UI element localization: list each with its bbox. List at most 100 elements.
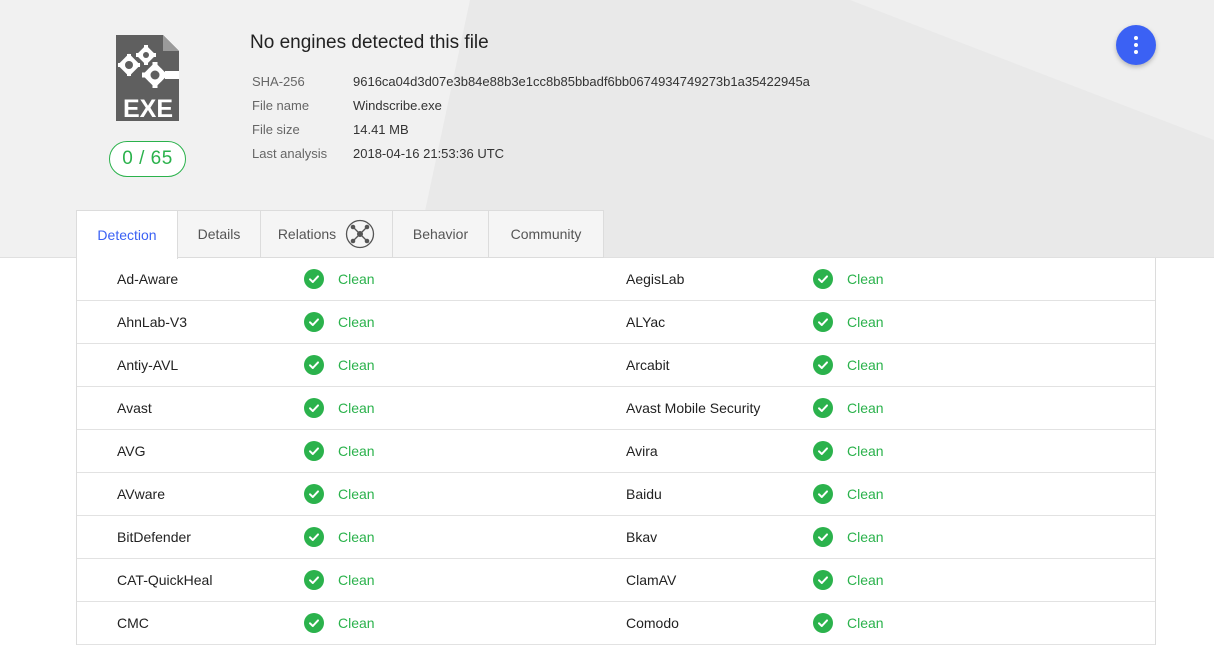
engine-name: ClamAV <box>626 572 677 588</box>
engine-name: Avast Mobile Security <box>626 400 761 416</box>
check-circle-icon <box>813 398 833 418</box>
more-options-button[interactable] <box>1116 25 1156 65</box>
check-circle-icon <box>813 355 833 375</box>
check-circle-icon <box>304 355 324 375</box>
result-label: Clean <box>338 357 375 373</box>
tab-label: Details <box>197 226 241 242</box>
tab-relations[interactable]: Relations <box>261 210 393 258</box>
meta-value: 2018-04-16 21:53:36 UTC <box>353 145 505 161</box>
detection-result: Clean <box>813 387 884 429</box>
engine-name: CAT-QuickHeal <box>117 572 213 588</box>
detection-score-badge: 0 / 65 <box>109 141 186 177</box>
result-label: Clean <box>338 443 375 459</box>
check-circle-icon <box>813 570 833 590</box>
detection-result: Clean <box>813 559 884 601</box>
meta-row-last-analysis: Last analysis 2018-04-16 21:53:36 UTC <box>252 141 810 165</box>
meta-value: Windscribe.exe <box>353 97 442 113</box>
result-label: Clean <box>847 572 884 588</box>
check-circle-icon <box>304 269 324 289</box>
table-row: CAT-QuickHeal Clean ClamAV Clean <box>77 559 1155 602</box>
engine-name: ALYac <box>626 314 666 330</box>
check-circle-icon <box>304 398 324 418</box>
detection-result: Clean <box>304 473 375 515</box>
detection-result: Clean <box>813 473 884 515</box>
detection-result: Clean <box>304 258 375 300</box>
engine-name: Arcabit <box>626 357 670 373</box>
result-label: Clean <box>338 572 375 588</box>
check-circle-icon <box>813 613 833 633</box>
tab-community[interactable]: Community <box>489 210 604 258</box>
detection-result: Clean <box>813 602 884 644</box>
result-label: Clean <box>338 529 375 545</box>
result-label: Clean <box>847 486 884 502</box>
detection-result: Clean <box>813 344 884 386</box>
check-circle-icon <box>304 613 324 633</box>
result-label: Clean <box>847 357 884 373</box>
table-row: Ad-Aware Clean AegisLab Clean <box>77 258 1155 301</box>
table-row: Avast Clean Avast Mobile Security Clean <box>77 387 1155 430</box>
check-circle-icon <box>304 484 324 504</box>
engine-name: Ad-Aware <box>117 271 179 287</box>
detection-result: Clean <box>304 387 375 429</box>
meta-value: 9616ca04d3d07e3b84e88b3e1cc8b85bbadf6bb0… <box>353 73 810 89</box>
detection-results-table: Ad-Aware Clean AegisLab Clean AhnLab-V3 … <box>76 258 1156 645</box>
meta-key: File name <box>252 97 310 113</box>
tab-label: Behavior <box>412 226 469 242</box>
result-label: Clean <box>847 615 884 631</box>
relations-graph-icon <box>346 219 375 249</box>
table-row: BitDefender Clean Bkav Clean <box>77 516 1155 559</box>
tab-details[interactable]: Details <box>178 210 261 258</box>
meta-row-file-name: File name Windscribe.exe <box>252 93 810 117</box>
table-row: AVware Clean Baidu Clean <box>77 473 1155 516</box>
engine-name: AVG <box>117 443 146 459</box>
meta-key: SHA-256 <box>252 73 305 89</box>
check-circle-icon <box>304 441 324 461</box>
tab-detection[interactable]: Detection <box>76 210 178 259</box>
detection-result: Clean <box>304 430 375 472</box>
result-label: Clean <box>847 443 884 459</box>
check-circle-icon <box>304 570 324 590</box>
meta-row-file-size: File size 14.41 MB <box>252 117 810 141</box>
tab-behavior[interactable]: Behavior <box>393 210 489 258</box>
engine-name: Avira <box>626 443 658 459</box>
result-label: Clean <box>338 314 375 330</box>
result-label: Clean <box>847 314 884 330</box>
check-circle-icon <box>813 269 833 289</box>
detection-result: Clean <box>813 258 884 300</box>
result-label: Clean <box>847 529 884 545</box>
detection-result: Clean <box>304 344 375 386</box>
meta-row-sha256: SHA-256 9616ca04d3d07e3b84e88b3e1cc8b85b… <box>252 69 810 93</box>
result-label: Clean <box>338 486 375 502</box>
table-row: CMC Clean Comodo Clean <box>77 602 1155 645</box>
engine-name: Comodo <box>626 615 679 631</box>
detection-result: Clean <box>304 559 375 601</box>
check-circle-icon <box>304 312 324 332</box>
check-circle-icon <box>813 484 833 504</box>
more-vert-icon-dot <box>1134 43 1138 47</box>
meta-key: Last analysis <box>252 145 328 161</box>
detection-result: Clean <box>813 516 884 558</box>
detection-result: Clean <box>813 430 884 472</box>
detection-result: Clean <box>304 301 375 343</box>
engine-name: Antiy-AVL <box>117 357 179 373</box>
tab-label: Community <box>510 226 582 242</box>
tab-label: Relations <box>277 226 337 242</box>
exe-file-icon: EXE <box>116 35 179 123</box>
detection-result: Clean <box>813 301 884 343</box>
meta-value: 14.41 MB <box>353 121 409 137</box>
report-tabs: Detection Details Relations Behavior Com… <box>76 210 604 259</box>
engine-name: AegisLab <box>626 271 685 287</box>
more-vert-icon-dot <box>1134 50 1138 54</box>
engine-name: BitDefender <box>117 529 191 545</box>
engine-name: AhnLab-V3 <box>117 314 188 330</box>
check-circle-icon <box>813 527 833 547</box>
result-label: Clean <box>338 271 375 287</box>
file-type-label: EXE <box>123 95 173 123</box>
engine-name: Bkav <box>626 529 658 545</box>
more-vert-icon <box>1134 36 1138 40</box>
table-row: Antiy-AVL Clean Arcabit Clean <box>77 344 1155 387</box>
detection-result: Clean <box>304 602 375 644</box>
result-label: Clean <box>338 615 375 631</box>
engine-name: AVware <box>117 486 165 502</box>
meta-key: File size <box>252 121 300 137</box>
